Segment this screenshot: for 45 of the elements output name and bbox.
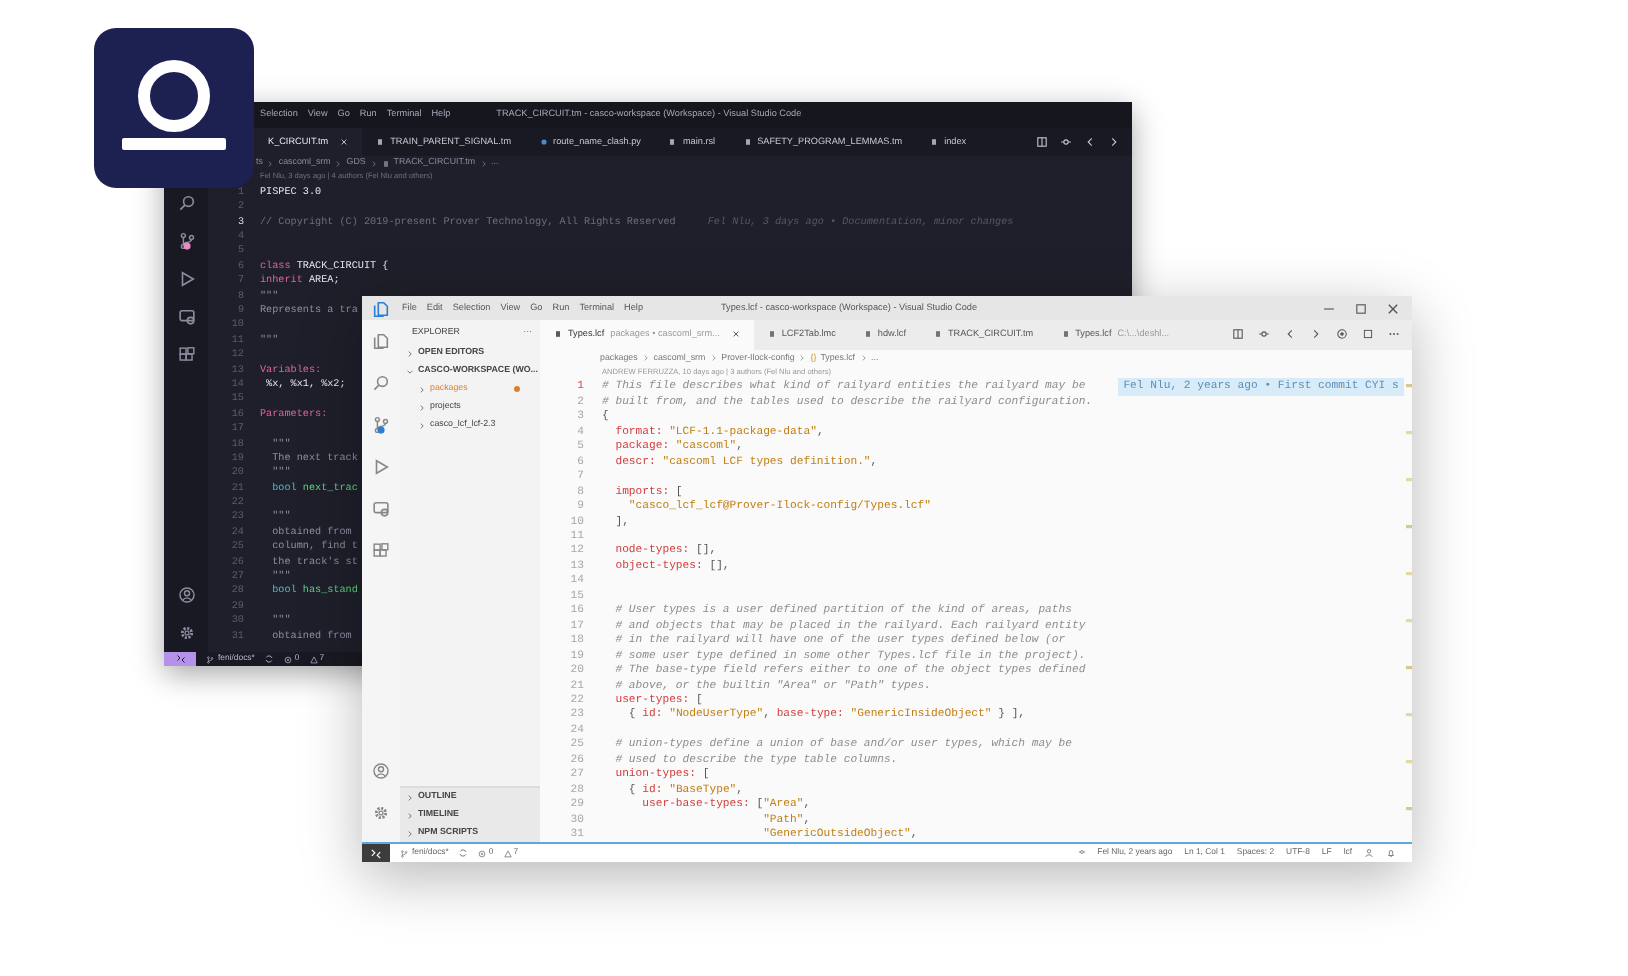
compare-icon[interactable] xyxy=(1060,136,1072,148)
close-icon[interactable] xyxy=(1386,301,1400,315)
extensions-icon[interactable] xyxy=(372,542,390,560)
source-control-icon[interactable] xyxy=(372,416,390,434)
close-icon[interactable] xyxy=(731,330,740,339)
commit-icon xyxy=(1077,848,1086,857)
run-debug-icon[interactable] xyxy=(177,270,195,288)
extensions-icon[interactable] xyxy=(177,346,195,364)
modified-dot xyxy=(514,386,520,392)
chevron-down-icon xyxy=(406,367,414,375)
error-icon xyxy=(478,849,487,857)
dot-icon xyxy=(539,138,548,146)
branch-icon xyxy=(400,849,408,857)
settings-icon[interactable] xyxy=(177,624,195,642)
magnifier-logo-icon xyxy=(94,28,254,188)
source-control-icon[interactable] xyxy=(177,232,195,250)
bell-icon[interactable] xyxy=(1386,847,1396,858)
settings-icon[interactable] xyxy=(372,804,390,822)
remote-icon[interactable] xyxy=(175,654,185,664)
search-icon[interactable] xyxy=(177,194,195,212)
remote-explorer-icon[interactable] xyxy=(372,500,390,518)
search-icon[interactable] xyxy=(372,374,390,392)
previous-icon[interactable] xyxy=(1284,328,1296,341)
sync-icon[interactable] xyxy=(458,848,469,858)
chevron-right-icon xyxy=(709,353,718,362)
layout-icon[interactable] xyxy=(1362,328,1374,341)
warning-icon xyxy=(503,849,512,857)
error-icon xyxy=(284,655,293,663)
files-icon[interactable] xyxy=(372,332,390,350)
chevron-right-icon xyxy=(798,353,807,362)
compare-icon[interactable] xyxy=(1258,328,1270,341)
account-icon[interactable] xyxy=(177,586,195,604)
chevron-right-icon xyxy=(859,353,868,362)
branch-icon xyxy=(206,655,214,663)
run-debug-icon[interactable] xyxy=(372,458,390,476)
next-icon[interactable] xyxy=(1310,328,1322,341)
chevron-right-icon xyxy=(641,353,650,362)
warning-icon xyxy=(309,655,318,663)
account-icon[interactable] xyxy=(372,762,390,780)
sync-icon[interactable] xyxy=(264,654,275,664)
maximize-icon[interactable] xyxy=(1354,301,1368,315)
circle-icon[interactable] xyxy=(1336,328,1348,341)
file-icon xyxy=(554,330,562,339)
split-editor-icon[interactable] xyxy=(1232,328,1244,341)
remote-explorer-icon[interactable] xyxy=(177,308,195,326)
